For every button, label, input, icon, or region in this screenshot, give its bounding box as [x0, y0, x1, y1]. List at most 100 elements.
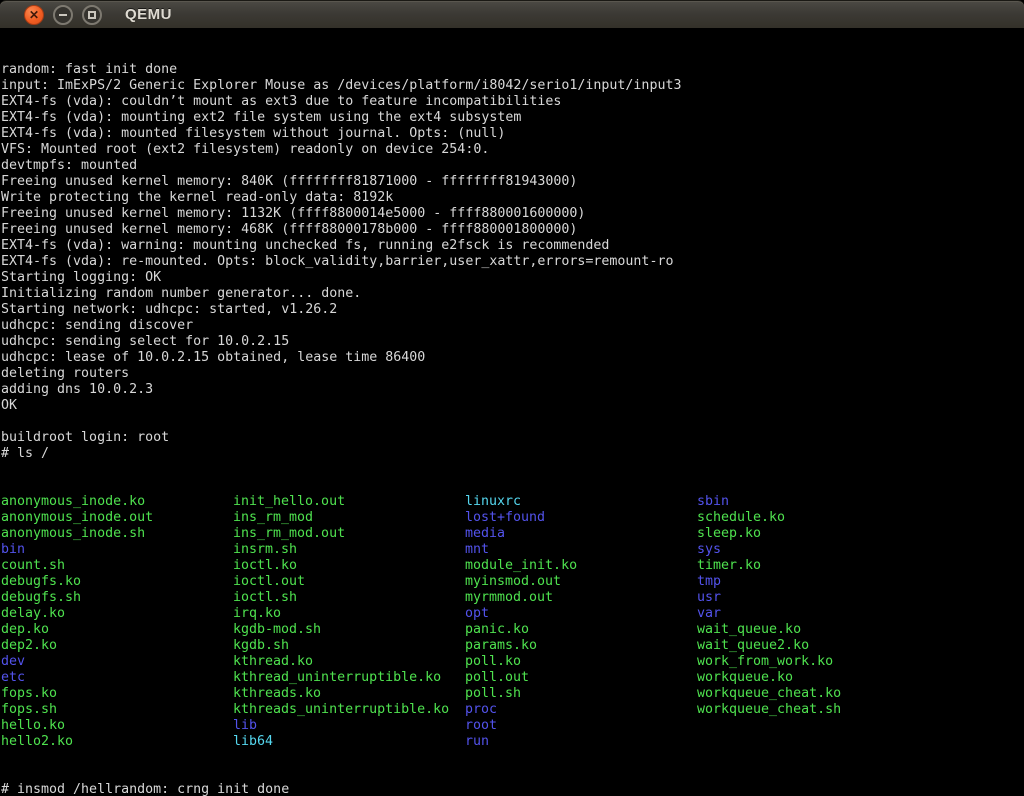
file-entry-dir: media [465, 526, 697, 542]
ls-row: delay.koirq.kooptvar [1, 606, 1024, 622]
minimize-button[interactable] [53, 5, 73, 25]
file-entry-exec: irq.ko [233, 606, 465, 622]
file-entry-exec: kgdb-mod.sh [233, 622, 465, 638]
terminal-line: input: ImExPS/2 Generic Explorer Mouse a… [1, 78, 1024, 94]
ls-row: dep2.kokgdb.shparams.kowait_queue2.ko [1, 638, 1024, 654]
file-entry-dir: lost+found [465, 510, 697, 526]
file-entry-dir: tmp [697, 574, 929, 590]
ls-row: anonymous_inode.koinit_hello.outlinuxrcs… [1, 494, 1024, 510]
file-entry-exec: hello2.ko [1, 734, 233, 750]
terminal-line: # ls / [1, 446, 1024, 462]
file-entry-exec: debugfs.sh [1, 590, 233, 606]
terminal-line: OK [1, 398, 1024, 414]
file-entry-dir: proc [465, 702, 697, 718]
file-entry-exec: init_hello.out [233, 494, 465, 510]
terminal-line: EXT4-fs (vda): re-mounted. Opts: block_v… [1, 254, 1024, 270]
file-entry-exec: count.sh [1, 558, 233, 574]
terminal-screen[interactable]: random: fast init doneinput: ImExPS/2 Ge… [0, 28, 1024, 796]
ls-row: etckthread_uninterruptible.kopoll.outwor… [1, 670, 1024, 686]
file-entry-dir: mnt [465, 542, 697, 558]
file-entry-link: linuxrc [465, 494, 697, 510]
terminal-line: # insmod /hellrandom: crng init done [1, 782, 1024, 796]
file-entry-dir: etc [1, 670, 233, 686]
ls-row: debugfs.koioctl.outmyinsmod.outtmp [1, 574, 1024, 590]
terminal-line: deleting routers [1, 366, 1024, 382]
ls-output: anonymous_inode.koinit_hello.outlinuxrcs… [1, 494, 1024, 750]
file-entry-exec: work_from_work.ko [697, 654, 929, 670]
file-entry-dir: sys [697, 542, 929, 558]
file-entry-dir: run [465, 734, 697, 750]
file-entry-dir: lib [233, 718, 465, 734]
file-entry-exec: anonymous_inode.ko [1, 494, 233, 510]
terminal-line: Initializing random number generator... … [1, 286, 1024, 302]
close-button[interactable]: ✕ [24, 5, 44, 25]
file-entry-exec: sleep.ko [697, 526, 929, 542]
file-entry-exec: ioctl.sh [233, 590, 465, 606]
file-entry-exec: myrmmod.out [465, 590, 697, 606]
terminal-line: Starting network: udhcpc: started, v1.26… [1, 302, 1024, 318]
file-entry-exec: ins_rm_mod [233, 510, 465, 526]
file-entry-exec: wait_queue.ko [697, 622, 929, 638]
file-entry-exec: debugfs.ko [1, 574, 233, 590]
file-entry-exec: kthreads.ko [233, 686, 465, 702]
file-entry-exec: ioctl.out [233, 574, 465, 590]
ls-row: anonymous_inode.outins_rm_modlost+founds… [1, 510, 1024, 526]
file-entry-exec: params.ko [465, 638, 697, 654]
file-entry-exec: anonymous_inode.sh [1, 526, 233, 542]
terminal-line: devtmpfs: mounted [1, 158, 1024, 174]
terminal-line: udhcpc: sending select for 10.0.2.15 [1, 334, 1024, 350]
file-entry-exec: wait_queue2.ko [697, 638, 929, 654]
terminal-line: VFS: Mounted root (ext2 filesystem) read… [1, 142, 1024, 158]
file-entry-exec: fops.sh [1, 702, 233, 718]
file-entry-exec: myinsmod.out [465, 574, 697, 590]
file-entry-exec: dep.ko [1, 622, 233, 638]
maximize-icon [88, 11, 96, 19]
file-entry-exec: kgdb.sh [233, 638, 465, 654]
file-entry-exec: kthread_uninterruptible.ko [233, 670, 465, 686]
close-icon: ✕ [29, 9, 39, 21]
file-entry-exec: poll.ko [465, 654, 697, 670]
file-entry-exec: insrm.sh [233, 542, 465, 558]
file-entry-link: lib64 [233, 734, 465, 750]
ls-row: bininsrm.shmntsys [1, 542, 1024, 558]
ls-row: dep.kokgdb-mod.shpanic.kowait_queue.ko [1, 622, 1024, 638]
boot-log: random: fast init doneinput: ImExPS/2 Ge… [1, 62, 1024, 462]
terminal-line: EXT4-fs (vda): warning: mounting uncheck… [1, 238, 1024, 254]
ls-row: debugfs.shioctl.shmyrmmod.outusr [1, 590, 1024, 606]
file-entry-exec: kthread.ko [233, 654, 465, 670]
terminal-line: EXT4-fs (vda): mounted filesystem withou… [1, 126, 1024, 142]
file-entry-exec: fops.ko [1, 686, 233, 702]
qemu-window: ✕ QEMU random: fast init doneinput: ImEx… [0, 0, 1024, 796]
ls-row: devkthread.kopoll.kowork_from_work.ko [1, 654, 1024, 670]
file-entry-exec: panic.ko [465, 622, 697, 638]
ls-row: hello.kolibroot [1, 718, 1024, 734]
minimize-icon [59, 14, 67, 16]
file-entry-exec: workqueue_cheat.sh [697, 702, 929, 718]
file-entry-exec: ins_rm_mod.out [233, 526, 465, 542]
terminal-line [1, 414, 1024, 430]
file-entry-exec: kthreads_uninterruptible.ko [233, 702, 465, 718]
file-entry-exec: module_init.ko [465, 558, 697, 574]
file-entry-exec: dep2.ko [1, 638, 233, 654]
file-entry-exec: anonymous_inode.out [1, 510, 233, 526]
file-entry-exec: delay.ko [1, 606, 233, 622]
ls-row: fops.shkthreads_uninterruptible.koprocwo… [1, 702, 1024, 718]
tail-log: # insmod /hellrandom: crng init done# in… [1, 782, 1024, 796]
file-entry-dir: root [465, 718, 697, 734]
file-entry-dir: usr [697, 590, 929, 606]
maximize-button[interactable] [82, 5, 102, 25]
terminal-line: udhcpc: sending discover [1, 318, 1024, 334]
file-entry-dir: opt [465, 606, 697, 622]
ls-row: count.shioctl.komodule_init.kotimer.ko [1, 558, 1024, 574]
file-entry-dir: bin [1, 542, 233, 558]
file-entry-exec: hello.ko [1, 718, 233, 734]
file-entry-dir: dev [1, 654, 233, 670]
terminal-line: buildroot login: root [1, 430, 1024, 446]
file-entry-dir: var [697, 606, 929, 622]
terminal-line: EXT4-fs (vda): couldn’t mount as ext3 du… [1, 94, 1024, 110]
terminal-line: Freeing unused kernel memory: 1132K (fff… [1, 206, 1024, 222]
terminal-line: adding dns 10.0.2.3 [1, 382, 1024, 398]
ls-row: fops.kokthreads.kopoll.shworkqueue_cheat… [1, 686, 1024, 702]
file-entry-exec: poll.out [465, 670, 697, 686]
titlebar: ✕ QEMU [0, 0, 1024, 28]
